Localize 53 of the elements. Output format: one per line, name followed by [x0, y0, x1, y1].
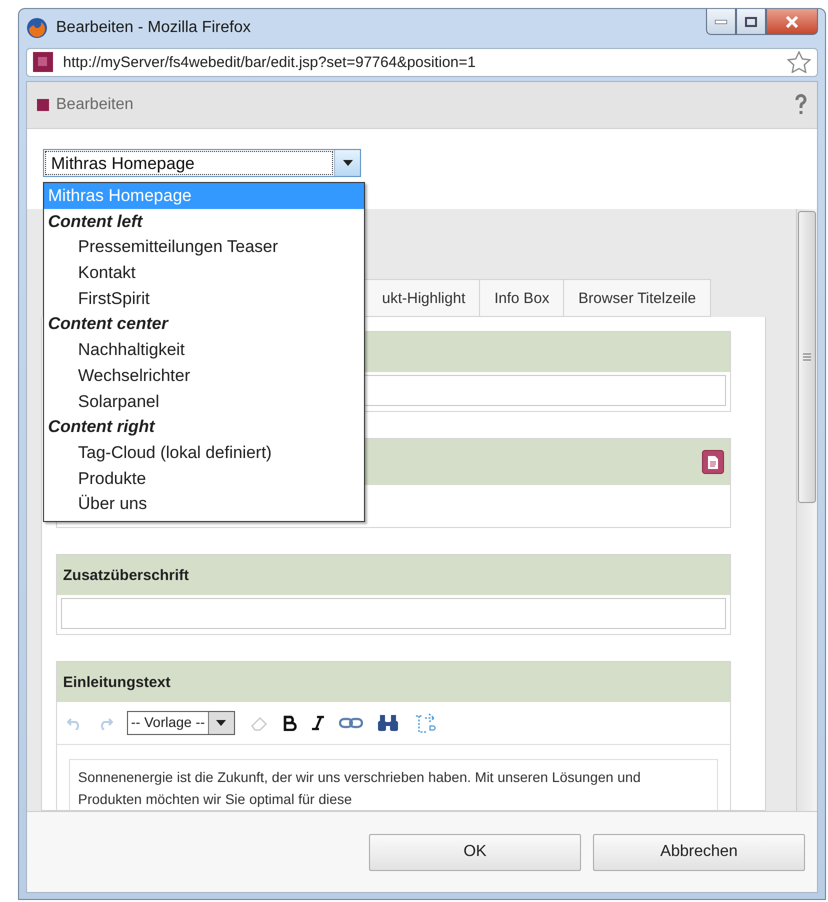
template-dropdown-button[interactable] [208, 712, 234, 734]
dropdown-option[interactable]: Wechselrichter [44, 362, 364, 388]
option-group-label: Content right [47, 416, 156, 438]
option-group-label: Content left [47, 210, 144, 233]
italic-button[interactable] [310, 715, 325, 731]
dialog-button[interactable]: OK [369, 834, 581, 870]
template-select[interactable]: -- Vorlage -- [127, 711, 235, 735]
site-icon [33, 52, 53, 72]
maximize-icon [745, 16, 757, 26]
maximize-button[interactable] [736, 9, 766, 35]
bold-button[interactable] [282, 715, 297, 731]
dialog-title: Bearbeiten [56, 96, 134, 114]
tab[interactable]: Browser Titelzeile [563, 279, 711, 317]
dropdown-option[interactable]: Über uns [44, 491, 364, 517]
dropdown-option[interactable]: Tag-Cloud (lokal definiert) [44, 440, 364, 466]
caret-icon [216, 720, 226, 726]
star-icon[interactable] [787, 51, 811, 74]
document-icon [707, 454, 719, 470]
option-group-label: Content center [47, 313, 170, 336]
select-dropdown-button[interactable] [334, 150, 360, 176]
browser-logo-icon [26, 17, 48, 40]
section-label: Einleitungstext [63, 674, 171, 690]
window-title: Bearbeiten - Mozilla Firefox [56, 19, 251, 38]
search-button[interactable] [376, 714, 399, 732]
intro-text: Sonnenenergie ist die Zukunft, der wir uns verschrieben haben. Mit unseren Lösungen und Produkten möchten wir Sie optimal für diese [78, 768, 642, 809]
document-button[interactable] [702, 450, 724, 474]
tab[interactable]: Info Box [479, 279, 564, 317]
dropdown-option[interactable]: Nachhaltigkeit [44, 337, 364, 363]
binoculars-icon [376, 714, 399, 732]
square-icon [37, 99, 49, 111]
url-text: http://myServer/fs4webedit/bar/edit.jsp?set=97764&position=1 [63, 54, 477, 71]
bold-icon [282, 715, 297, 731]
close-button[interactable] [766, 9, 818, 35]
dialog-button[interactable]: Abbrechen [593, 834, 805, 870]
text-field[interactable] [61, 598, 726, 629]
address-bar[interactable]: http://myServer/fs4webedit/bar/edit.jsp?set=97764&position=1 [26, 48, 818, 77]
eraser-icon [248, 715, 269, 731]
link-button[interactable] [338, 717, 363, 729]
italic-icon [310, 715, 325, 731]
help-icon[interactable] [795, 94, 807, 116]
text-editor[interactable]: Sonnenenergie ist die Zukunft, der wir uns verschrieben haben. Mit unseren Lösungen und Produkten möchten wir Sie optimal für diese [69, 759, 718, 810]
dropdown-option[interactable]: Solarpanel [44, 388, 364, 414]
dropdown-option[interactable]: Pressemitteilungen Teaser [44, 234, 364, 260]
page-select[interactable]: Mithras Homepage [43, 149, 361, 177]
close-icon [785, 16, 799, 28]
minimize-button[interactable] [706, 9, 736, 35]
link-icon [338, 717, 363, 729]
section-label: Zusatzüberschrift [63, 566, 189, 584]
dropdown-option[interactable]: Produkte [44, 466, 364, 492]
grip-icon [803, 353, 811, 361]
caret-icon [342, 160, 352, 166]
scrollbar[interactable] [796, 209, 817, 811]
minimize-icon [715, 20, 727, 24]
